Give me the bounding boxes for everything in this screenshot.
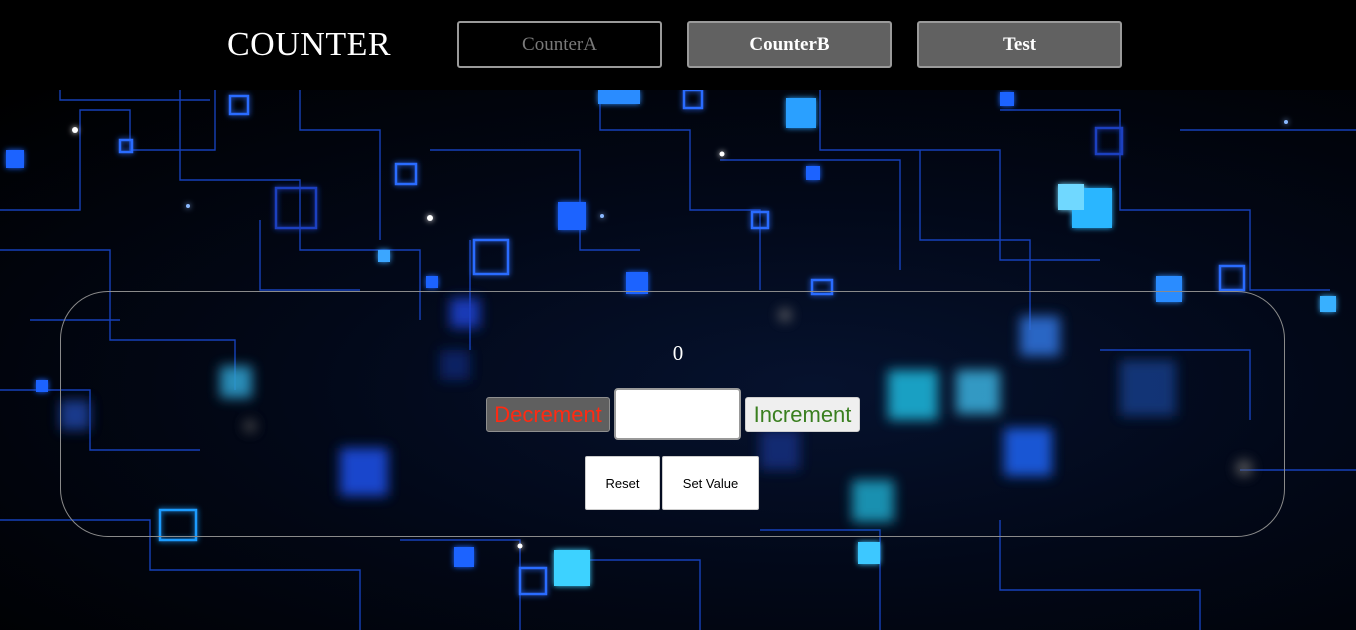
nav-counterb-button[interactable]: CounterB [687, 21, 892, 68]
nav-test-button[interactable]: Test [917, 21, 1122, 68]
increment-button[interactable]: Increment [745, 397, 860, 432]
reset-button[interactable]: Reset [585, 456, 660, 510]
value-input[interactable] [614, 388, 741, 440]
nav-countera-button[interactable]: CounterA [457, 21, 662, 68]
set-value-button[interactable]: Set Value [662, 456, 759, 510]
decrement-button[interactable]: Decrement [486, 397, 610, 432]
counter-value: 0 [672, 341, 684, 365]
app-title: COUNTER [227, 26, 392, 63]
top-navbar: COUNTER CounterA CounterB Test [0, 0, 1356, 90]
